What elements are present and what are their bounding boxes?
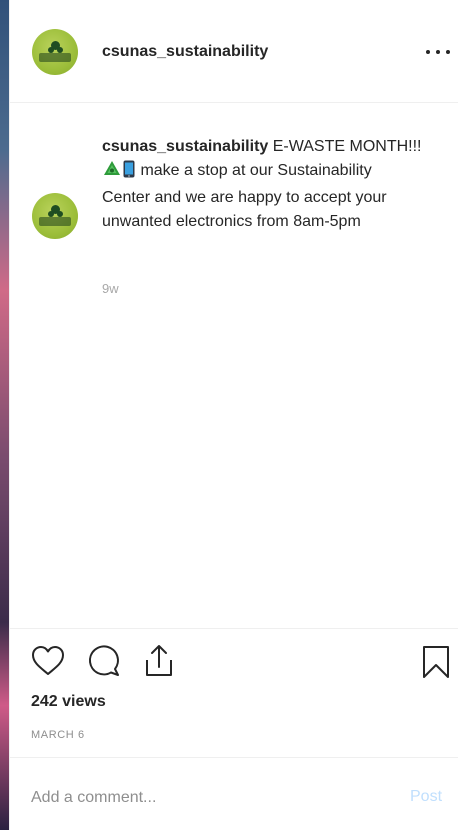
header-username[interactable]: csunas_sustainability	[102, 43, 268, 61]
comment-bar: Post	[10, 757, 458, 831]
caption-text-part1: E-WASTE MONTH!!!	[272, 138, 422, 155]
post-side-panel: csunas_sustainability csunas_sustainabil…	[9, 0, 458, 830]
more-options-icon[interactable]	[422, 42, 454, 64]
caption-area: csunas_sustainability E-WASTE MONTH!!! m…	[10, 102, 458, 628]
post-date: MARCH 6	[31, 729, 85, 741]
post-header: csunas_sustainability	[10, 0, 458, 103]
caption-username[interactable]: csunas_sustainability	[102, 138, 268, 155]
comment-icon[interactable]	[88, 645, 122, 682]
heart-icon[interactable]	[31, 645, 65, 682]
mobile-phone-icon	[123, 160, 135, 186]
action-bar: 242 views MARCH 6	[10, 628, 458, 757]
recycle-icon	[103, 160, 121, 186]
caption-text: csunas_sustainability E-WASTE MONTH!!! m…	[102, 135, 422, 234]
caption-avatar[interactable]	[32, 193, 78, 239]
post-image-edge	[0, 0, 9, 830]
post-comment-button[interactable]: Post	[410, 788, 442, 806]
bookmark-icon[interactable]	[422, 645, 450, 684]
comment-input[interactable]	[31, 784, 391, 812]
post-timestamp[interactable]: 9w	[102, 281, 119, 296]
avatar[interactable]	[32, 29, 78, 75]
view-count[interactable]: 242 views	[31, 693, 106, 711]
share-icon[interactable]	[144, 643, 174, 682]
caption-text-part2: make a stop at our Sustainability Center…	[102, 162, 387, 230]
